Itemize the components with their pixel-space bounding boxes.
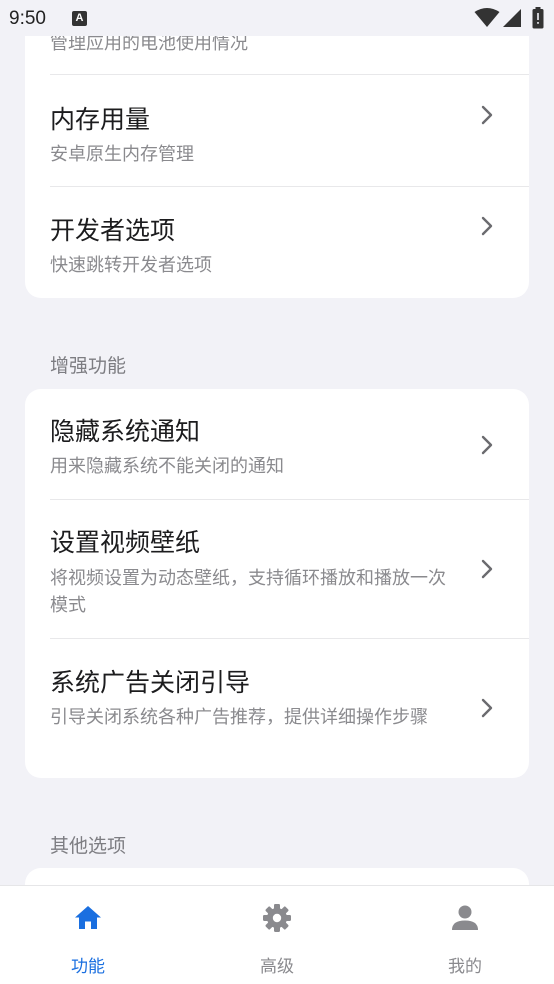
- screen: 9:50 A 管理应用的电池使用情况 内存用量 安卓原生内存管理 开发者选项 快…: [0, 0, 554, 984]
- status-bar: 9:50 A: [0, 0, 554, 36]
- hide-notifications-subtitle: 用来隐藏系统不能关闭的通知: [50, 456, 284, 477]
- wifi-icon: [474, 8, 500, 27]
- memory-usage-title: 内存用量: [50, 105, 151, 134]
- ad-close-guide-title: 系统广告关闭引导: [50, 668, 251, 697]
- chevron-right-icon: [481, 105, 493, 125]
- nav-label-advanced: 高级: [260, 957, 294, 977]
- nav-item-advanced[interactable]: 高级: [207, 886, 347, 984]
- developer-options-subtitle: 快速跳转开发者选项: [50, 255, 212, 276]
- chevron-right-icon: [481, 216, 493, 236]
- chevron-right-icon: [481, 698, 493, 718]
- list-item-hide-system-notifications[interactable]: 隐藏系统通知 用来隐藏系统不能关闭的通知: [25, 389, 529, 500]
- section-label-enhanced: 增强功能: [50, 355, 127, 377]
- signal-icon: [503, 9, 521, 27]
- notification-icon: A: [72, 11, 87, 26]
- status-time: 9:50: [9, 8, 46, 29]
- list-item-developer-options[interactable]: 开发者选项 快速跳转开发者选项: [25, 187, 529, 298]
- list-item-video-wallpaper[interactable]: 设置视频壁纸 将视频设置为动态壁纸，支持循环播放和播放一次模式: [25, 500, 529, 639]
- gear-icon: [263, 904, 291, 932]
- settings-card-enhanced: 隐藏系统通知 用来隐藏系统不能关闭的通知 设置视频壁纸 将视频设置为动态壁纸，支…: [25, 389, 529, 778]
- person-icon: [452, 905, 478, 930]
- video-wallpaper-title: 设置视频壁纸: [50, 528, 201, 557]
- developer-options-title: 开发者选项: [50, 216, 176, 245]
- nav-label-features: 功能: [71, 957, 105, 977]
- list-item-ad-close-guide[interactable]: 系统广告关闭引导 引导关闭系统各种广告推荐，提供详细操作步骤: [25, 639, 529, 778]
- bottom-navigation: 功能 高级 我的: [0, 885, 554, 984]
- list-item-memory-usage[interactable]: 内存用量 安卓原生内存管理: [25, 75, 529, 187]
- nav-item-mine[interactable]: 我的: [395, 886, 535, 984]
- battery-icon: [532, 7, 544, 29]
- ad-close-guide-subtitle: 引导关闭系统各种广告推荐，提供详细操作步骤: [50, 707, 428, 728]
- section-label-other: 其他选项: [50, 835, 127, 857]
- video-wallpaper-subtitle: 将视频设置为动态壁纸，支持循环播放和播放一次模式: [50, 568, 446, 616]
- nav-item-features[interactable]: 功能: [18, 886, 158, 984]
- home-icon: [75, 906, 101, 929]
- hide-notifications-title: 隐藏系统通知: [50, 417, 201, 446]
- settings-card-system: 管理应用的电池使用情况 内存用量 安卓原生内存管理 开发者选项 快速跳转开发者选…: [25, 0, 529, 298]
- nav-label-mine: 我的: [448, 957, 482, 977]
- chevron-right-icon: [481, 435, 493, 455]
- chevron-right-icon: [481, 559, 493, 579]
- memory-usage-subtitle: 安卓原生内存管理: [50, 144, 194, 165]
